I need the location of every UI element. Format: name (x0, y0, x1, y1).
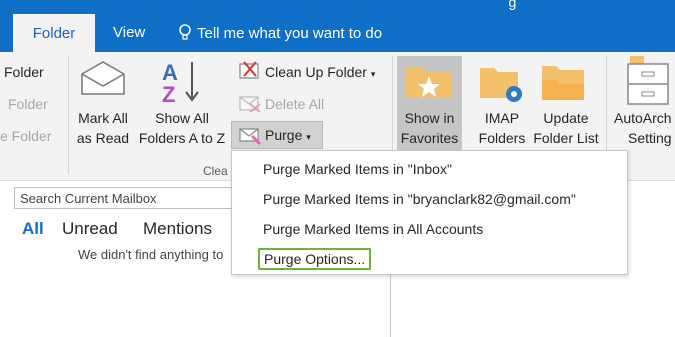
clean-up-folder-button[interactable]: Clean Up Folder ▾ (265, 62, 375, 84)
clean-up-icon (239, 61, 259, 79)
tab-view[interactable]: View (113, 24, 145, 41)
delete-all-button[interactable]: Delete All (265, 94, 324, 114)
mark-all-label-1: Mark All (78, 110, 128, 126)
menu-item-purge-all-accounts[interactable]: Purge Marked Items in All Accounts (263, 221, 483, 237)
title-bar: ` g Folder View Tell me what you want to… (0, 0, 675, 52)
filter-unread[interactable]: Unread (62, 219, 118, 239)
favorites-folder-icon (406, 68, 452, 98)
purge-label: Purge (265, 127, 303, 143)
show-all-label-1: Show All (155, 110, 209, 126)
tell-me-search[interactable]: Tell me what you want to do (178, 24, 382, 42)
lightbulb-icon (179, 24, 191, 40)
autoarchive-label-2: Setting (628, 130, 672, 146)
purge-icon (239, 128, 262, 146)
chevron-down-icon: ▾ (370, 69, 376, 79)
update-folder-list-button[interactable]: Update Folder List (528, 108, 604, 148)
menu-item-purge-inbox[interactable]: Purge Marked Items in "Inbox" (263, 161, 452, 177)
autoarchive-icon (627, 56, 669, 105)
show-fav-label-1: Show in (404, 110, 455, 126)
imap-label-2: Folders (478, 130, 526, 146)
imap-folders-button[interactable]: IMAP Folders (470, 108, 534, 148)
chevron-down-icon: ▾ (306, 132, 311, 142)
update-folder-list-icon (542, 66, 584, 100)
new-folder-button[interactable]: Folder (4, 62, 44, 82)
menu-item-purge-options[interactable]: Purge Options... (258, 248, 372, 270)
imap-label-1: IMAP (484, 110, 520, 126)
envelope-icon (81, 61, 125, 95)
autoarchive-label-1: AutoArch (614, 110, 672, 126)
mark-all-read-button[interactable]: Mark All as Read (72, 108, 134, 148)
mark-all-label-2: as Read (76, 130, 130, 146)
clean-up-label: Clean Up Folder (265, 64, 367, 80)
autoarchive-settings-button[interactable]: AutoArch Setting (614, 108, 672, 148)
menu-item-purge-account[interactable]: Purge Marked Items in "bryanclark82@gmai… (263, 191, 576, 207)
purge-dropdown-menu: Purge Marked Items in "Inbox" Purge Mark… (231, 150, 628, 275)
show-fav-label: Show in Favorites (397, 108, 462, 148)
imap-folders-icon (480, 68, 522, 102)
filter-all[interactable]: All (22, 219, 44, 239)
account-name-fragment: ` g (500, 0, 517, 10)
empty-list-message: We didn't find anything to (78, 247, 224, 262)
svg-text:Z: Z (162, 82, 175, 104)
show-all-label-2: Folders A to Z (138, 130, 226, 146)
show-fav-label-2: Favorites (400, 130, 459, 146)
update-label-2: Folder List (533, 130, 599, 146)
tell-me-label: Tell me what you want to do (197, 24, 383, 42)
filter-mentions[interactable]: Mentions (143, 219, 212, 239)
delete-all-icon (239, 96, 261, 113)
update-label-1: Update (543, 110, 589, 126)
rename-folder-button[interactable]: Folder (8, 94, 48, 114)
tab-folder[interactable]: Folder (13, 14, 95, 52)
ribbon-group-label: Clea (203, 164, 228, 178)
delete-folder-button[interactable]: e Folder (0, 126, 51, 146)
search-input[interactable]: Search Current Mailbox (14, 187, 236, 209)
purge-label-wrap: Purge ▾ (265, 125, 311, 147)
show-all-folders-button[interactable]: Show All Folders A to Z (134, 108, 230, 148)
sort-az-icon: A Z (162, 60, 199, 104)
